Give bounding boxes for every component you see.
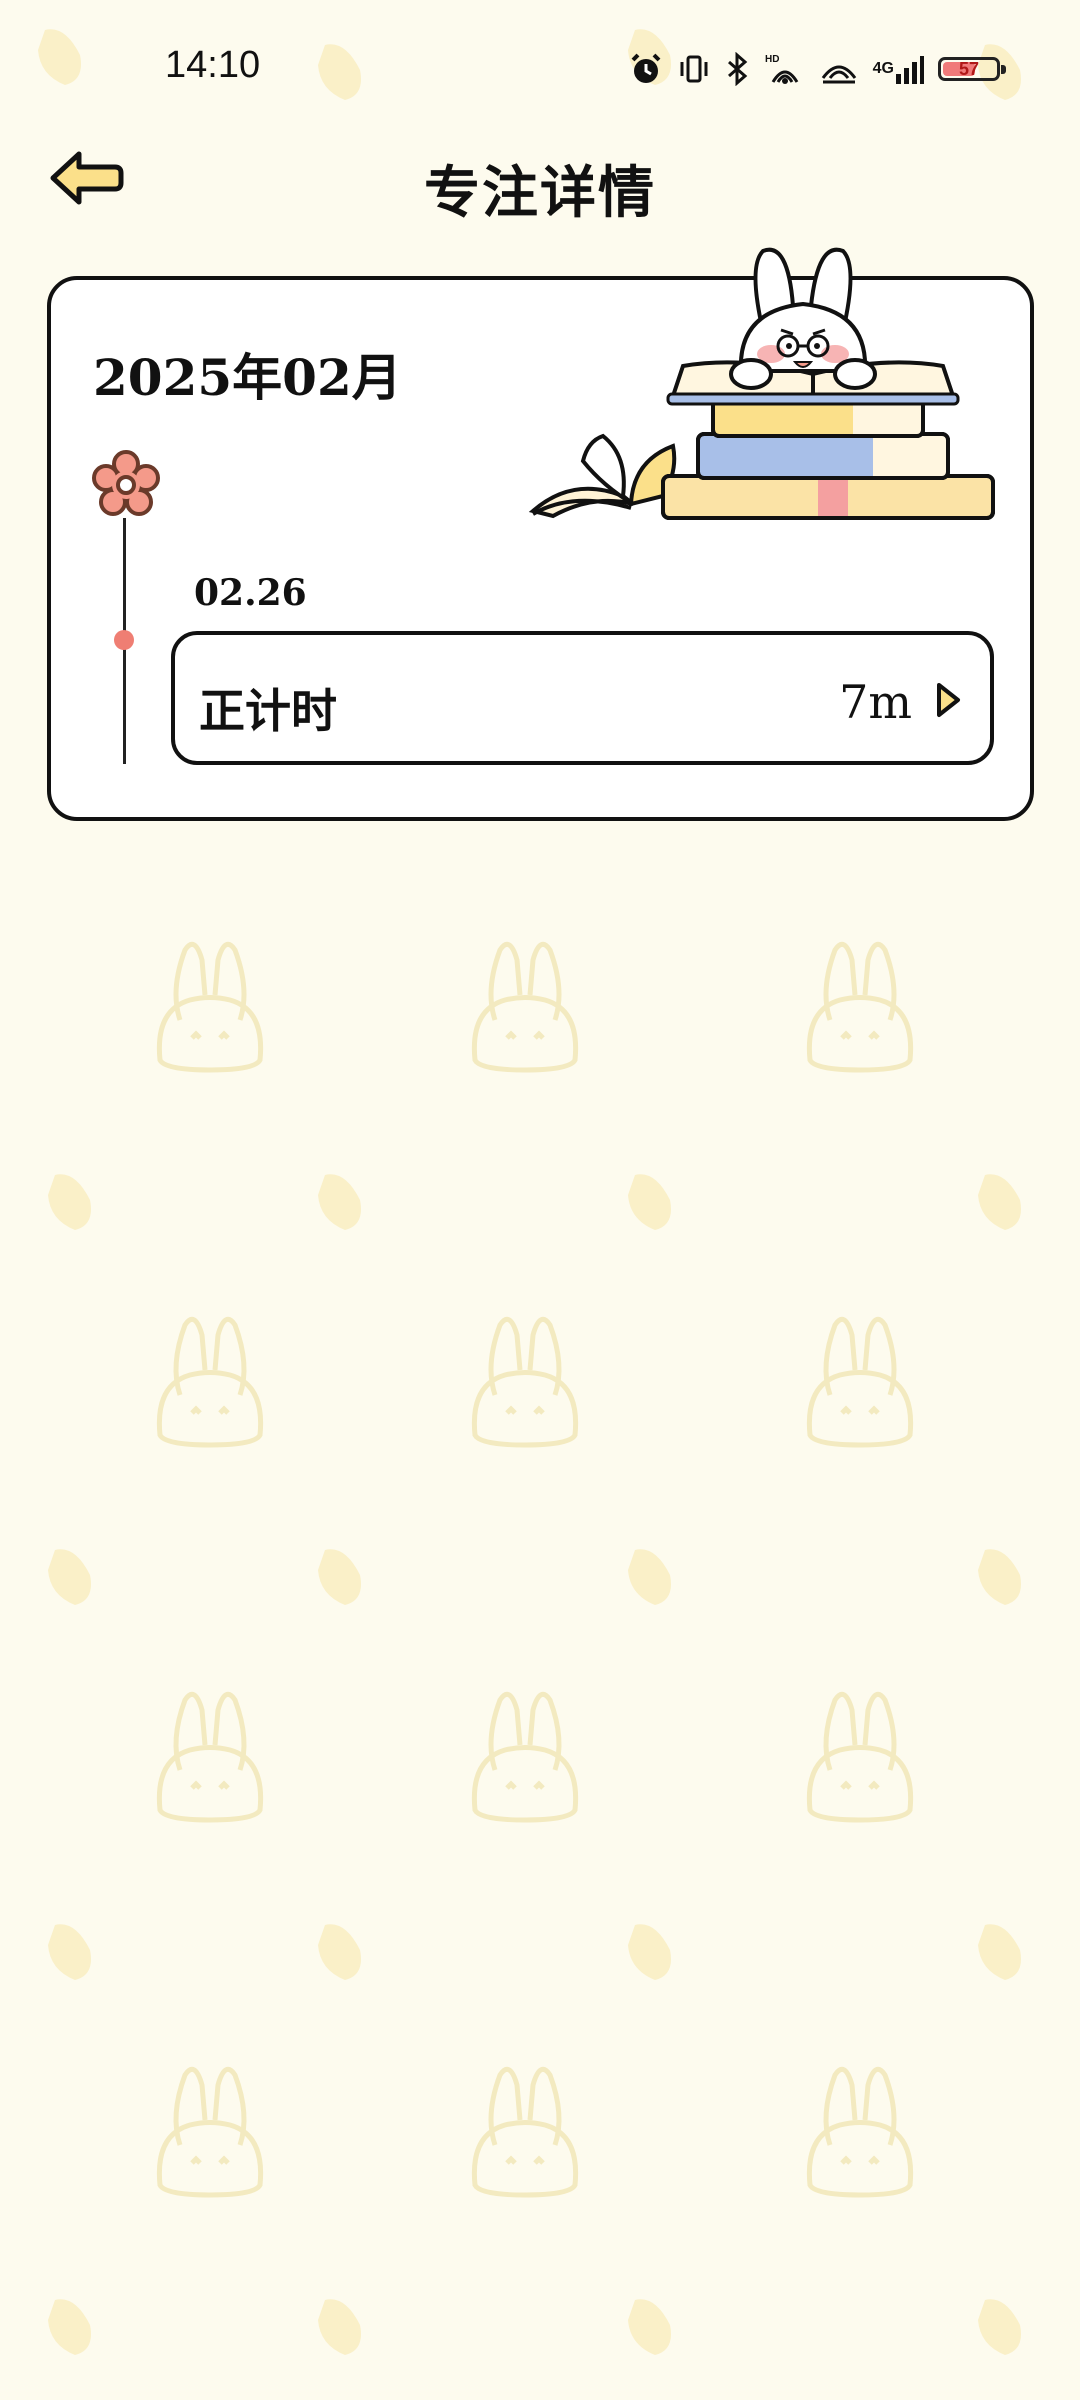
battery-level: 57 <box>958 58 980 79</box>
network-type-label: 4G <box>872 60 894 77</box>
timeline-dot <box>114 630 134 650</box>
battery-icon: 57 <box>938 57 1006 81</box>
status-icons: HD 4G 57 <box>629 44 1006 94</box>
page-title: 专注详情 <box>424 160 656 226</box>
alarm-icon <box>629 52 663 86</box>
cellular-signal-icon: 4G <box>873 52 924 86</box>
vibrate-icon <box>677 52 711 86</box>
record-date: 02.26 <box>194 572 307 614</box>
header: 专注详情 <box>0 140 1080 240</box>
status-bar: 14:10 HD 4G 57 <box>0 0 1080 140</box>
focus-record-item[interactable]: 正计时 7m <box>171 631 994 765</box>
record-type: 正计时 <box>199 684 337 738</box>
chevron-right-icon <box>937 683 960 717</box>
bunny-reading-illustration <box>528 247 995 520</box>
wifi-icon <box>819 52 859 86</box>
svg-text:HD: HD <box>765 54 779 65</box>
record-duration: 7m <box>839 675 912 729</box>
month-label: 2025年02月 <box>93 348 402 407</box>
flower-icon <box>92 450 160 516</box>
bluetooth-icon <box>725 52 751 86</box>
status-time: 14:10 <box>165 44 261 86</box>
hd-signal-icon: HD <box>765 52 805 86</box>
focus-record-card: 2025年02月 02.26 正计时 7m <box>47 247 1034 821</box>
